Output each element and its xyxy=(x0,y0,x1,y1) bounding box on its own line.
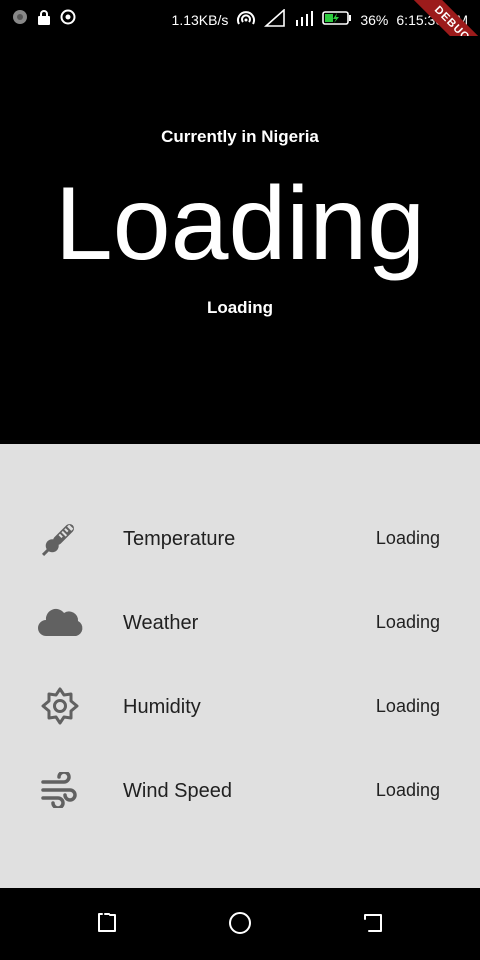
back-icon xyxy=(361,911,385,940)
detail-label: Temperature xyxy=(123,528,236,550)
weather-header: Currently in Nigeria Loading Loading xyxy=(0,36,480,444)
detail-value: Loading xyxy=(375,780,440,800)
app-notification-icon xyxy=(12,9,28,28)
detail-label: Weather xyxy=(123,612,199,634)
list-item-temperature[interactable]: Temperature Loading xyxy=(0,496,480,580)
thermometer-icon xyxy=(36,514,84,562)
recent-apps-button[interactable] xyxy=(92,910,122,940)
status-bar: 1.13KB/s 36% 6:15:30 PM DEBUG xyxy=(0,0,480,71)
location-label: Currently in Nigeria xyxy=(161,127,319,146)
detail-value: Loading xyxy=(375,528,440,548)
detail-value: Loading xyxy=(375,696,440,716)
list-item-humidity[interactable]: Humidity Loading xyxy=(0,664,480,748)
data-signal-icon xyxy=(294,9,314,30)
list-item-weather[interactable]: Weather Loading xyxy=(0,580,480,664)
battery-icon xyxy=(322,10,352,29)
current-temperature: Loading xyxy=(54,166,426,282)
wind-icon xyxy=(36,766,84,814)
detail-label: Wind Speed xyxy=(123,780,232,802)
home-icon xyxy=(228,911,252,940)
cloud-icon xyxy=(36,598,84,646)
home-button[interactable] xyxy=(225,910,255,940)
list-item-wind-speed[interactable]: Wind Speed Loading xyxy=(0,748,480,832)
target-icon xyxy=(60,9,76,28)
recent-apps-icon xyxy=(95,911,119,940)
back-button[interactable] xyxy=(358,910,388,940)
sun-icon xyxy=(36,682,84,730)
signal-icon xyxy=(264,8,286,30)
lock-icon xyxy=(36,9,52,28)
system-nav-bar xyxy=(0,888,480,960)
weather-description: Loading xyxy=(206,298,274,317)
hotspot-icon xyxy=(236,9,256,30)
network-speed: 1.13KB/s xyxy=(171,11,229,28)
battery-percent: 36% xyxy=(360,11,389,28)
weather-details-list: Temperature Loading Weather Loading Humi… xyxy=(0,444,480,888)
detail-value: Loading xyxy=(375,612,440,632)
detail-label: Humidity xyxy=(123,696,201,718)
